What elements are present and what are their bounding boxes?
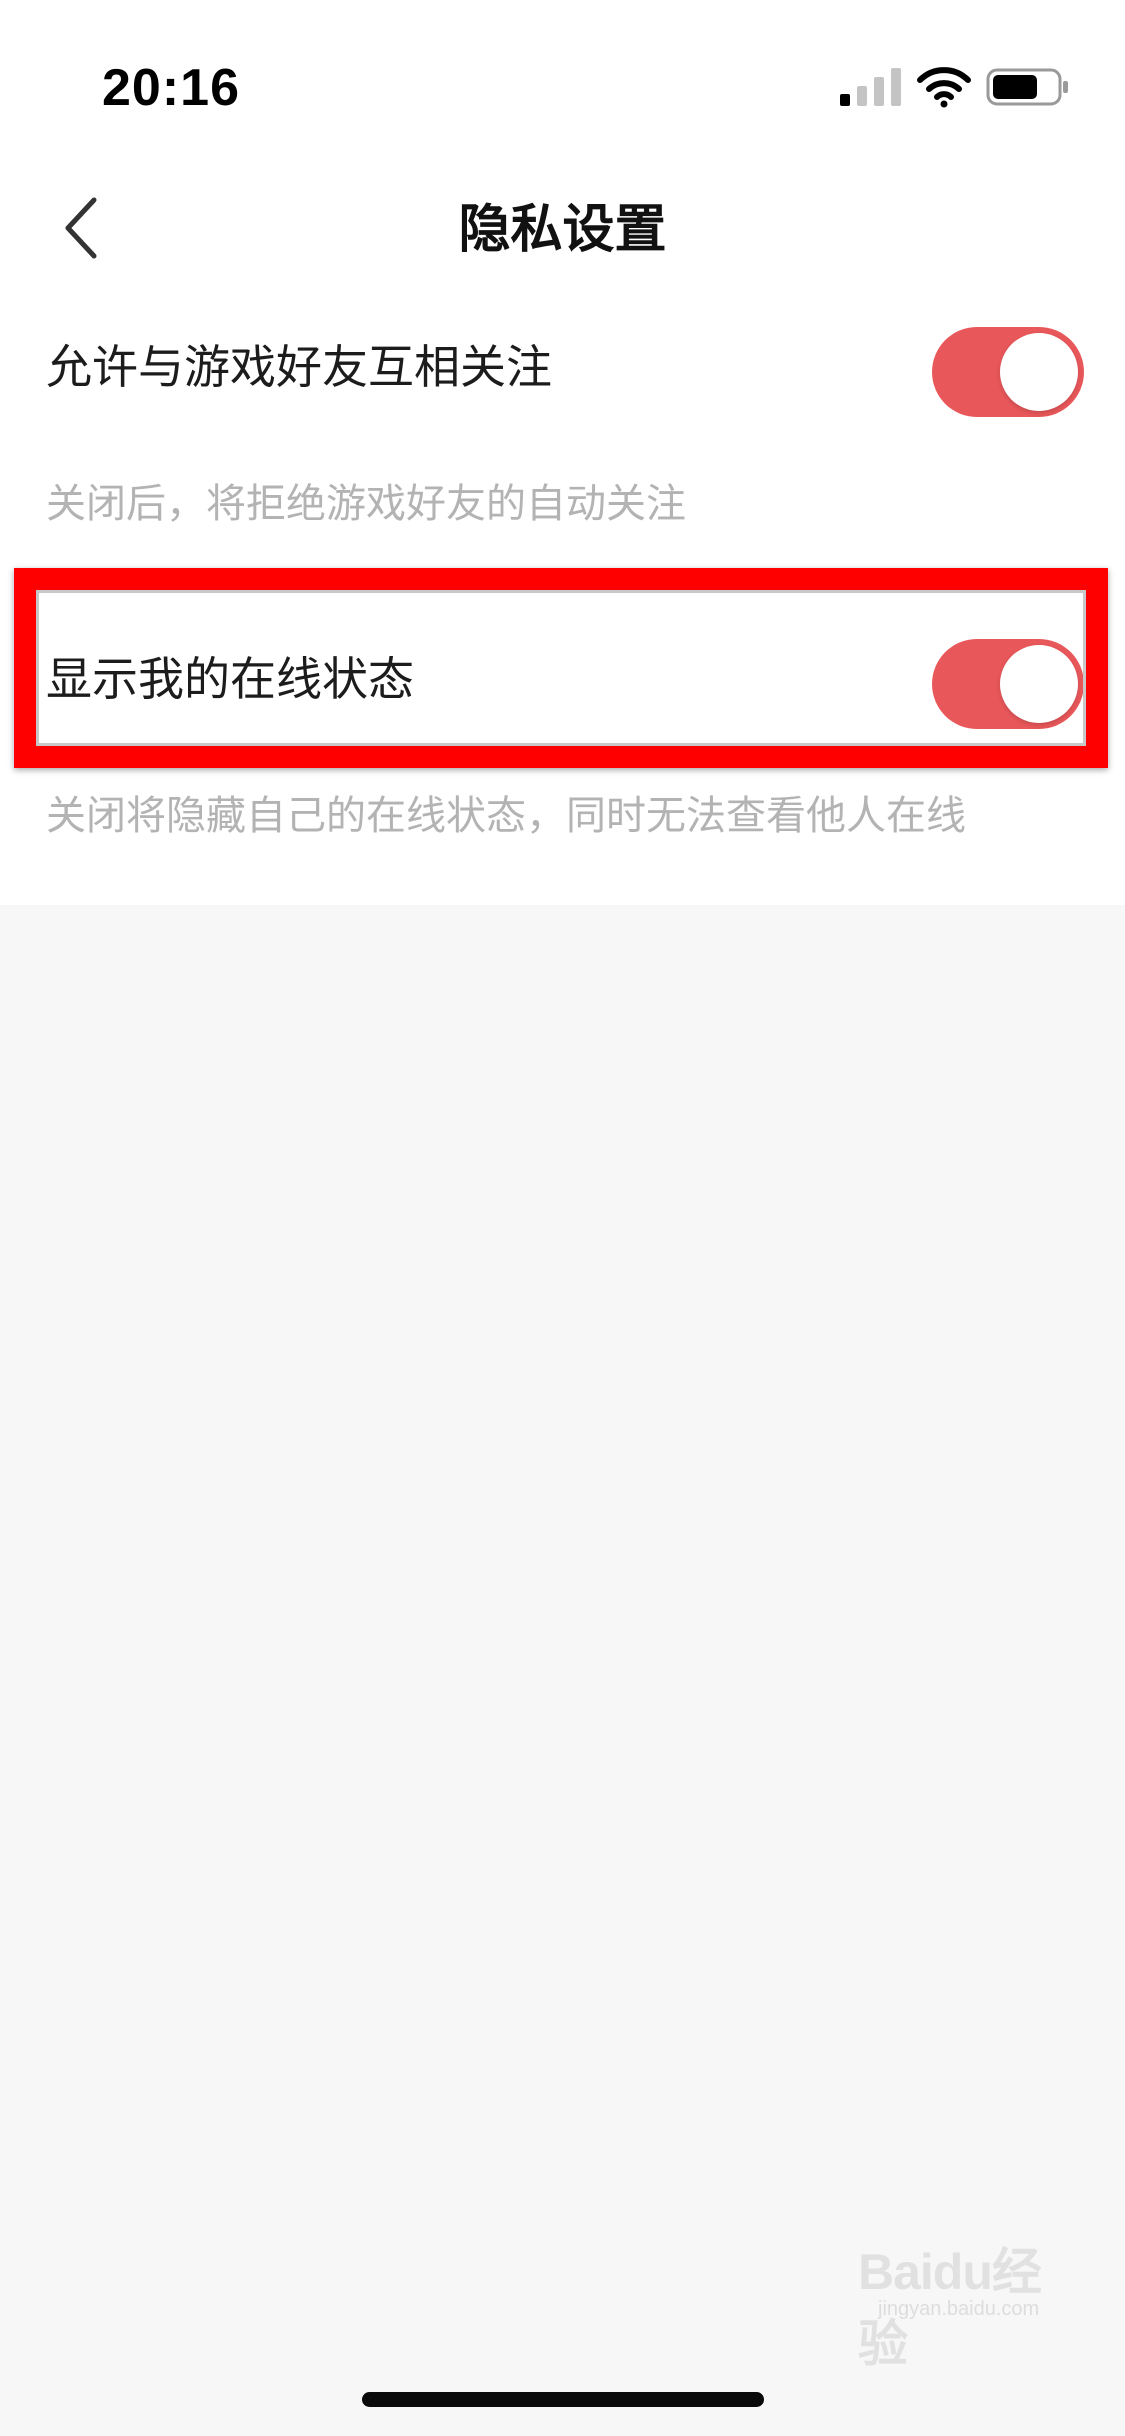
setting-label-online-status: 显示我的在线状态 (46, 652, 414, 706)
setting-description-online-status: 关闭将隐藏自己的在线状态，同时无法查看他人在线 (46, 793, 966, 839)
toggle-online-status[interactable] (932, 639, 1084, 729)
page-title: 隐私设置 (458, 200, 667, 260)
watermark-subtext: jingyan.baidu.com (878, 2298, 1040, 2320)
setting-label-allow-follow: 允许与游戏好友互相关注 (46, 340, 552, 394)
status-time: 20:16 (102, 59, 240, 117)
toggle-knob (1000, 333, 1078, 411)
toggle-knob (1000, 645, 1078, 723)
baidu-watermark-logo: Baidu经验 jingyan.baidu.com (858, 2218, 1068, 2372)
settings-panel: 20:16 隐私设置 允许与游戏好友互相关注 关闭后，将拒绝游戏好友的自动关注 … (0, 0, 1125, 905)
setting-row-allow-follow: 允许与游戏好友互相关注 (0, 302, 1125, 432)
cellular-signal-icon (840, 68, 901, 106)
status-bar: 20:16 (0, 0, 1125, 170)
navigation-bar: 隐私设置 (0, 170, 1125, 320)
toggle-allow-follow[interactable] (932, 327, 1084, 417)
setting-row-online-status: 显示我的在线状态 (0, 614, 1125, 744)
wifi-icon (917, 67, 971, 108)
battery-icon (986, 68, 1068, 106)
home-indicator[interactable] (362, 2392, 764, 2407)
setting-description-allow-follow: 关闭后，将拒绝游戏好友的自动关注 (46, 481, 686, 527)
